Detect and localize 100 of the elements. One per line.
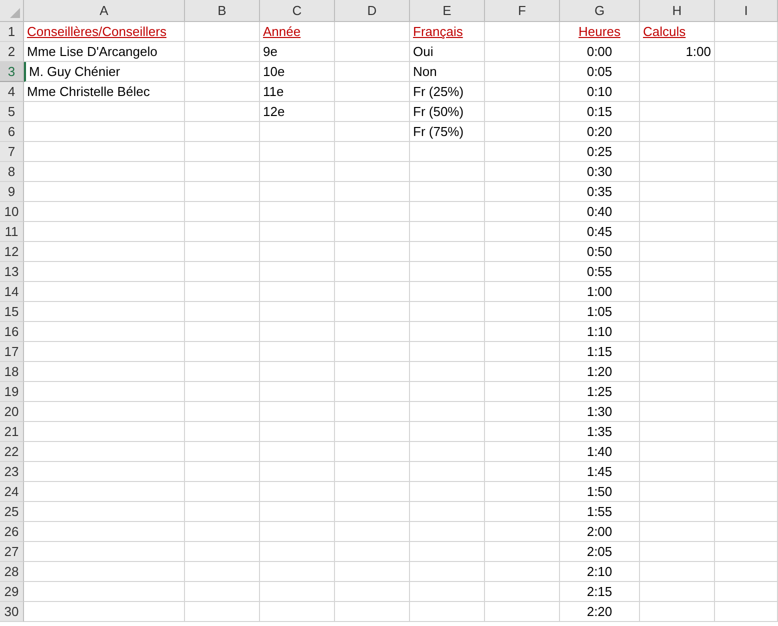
- empty-cell[interactable]: [640, 342, 715, 362]
- empty-cell[interactable]: [485, 22, 560, 42]
- empty-cell[interactable]: [410, 442, 485, 462]
- empty-cell[interactable]: [185, 82, 260, 102]
- empty-cell[interactable]: [185, 482, 260, 502]
- empty-cell[interactable]: [715, 82, 778, 102]
- empty-cell[interactable]: [335, 282, 410, 302]
- empty-cell[interactable]: [410, 142, 485, 162]
- empty-cell[interactable]: [335, 422, 410, 442]
- row-header[interactable]: 21: [0, 422, 24, 442]
- empty-cell[interactable]: [185, 462, 260, 482]
- row-header[interactable]: 9: [0, 182, 24, 202]
- empty-cell[interactable]: [410, 202, 485, 222]
- empty-cell[interactable]: [410, 562, 485, 582]
- empty-cell[interactable]: [640, 522, 715, 542]
- empty-cell[interactable]: [485, 182, 560, 202]
- empty-cell[interactable]: [485, 282, 560, 302]
- empty-cell[interactable]: [335, 402, 410, 422]
- empty-cell[interactable]: [410, 382, 485, 402]
- empty-cell[interactable]: [260, 342, 335, 362]
- empty-cell[interactable]: [260, 582, 335, 602]
- empty-cell[interactable]: [335, 122, 410, 142]
- empty-cell[interactable]: [335, 262, 410, 282]
- empty-cell[interactable]: [715, 142, 778, 162]
- select-all-button[interactable]: [0, 0, 24, 22]
- empty-cell[interactable]: [260, 202, 335, 222]
- empty-cell[interactable]: [260, 502, 335, 522]
- row-header[interactable]: 18: [0, 362, 24, 382]
- empty-cell[interactable]: [715, 262, 778, 282]
- empty-cell[interactable]: [260, 542, 335, 562]
- empty-cell[interactable]: [485, 402, 560, 422]
- empty-cell[interactable]: [715, 302, 778, 322]
- empty-cell[interactable]: [640, 162, 715, 182]
- row-header[interactable]: 8: [0, 162, 24, 182]
- empty-cell[interactable]: [185, 522, 260, 542]
- empty-cell[interactable]: [715, 542, 778, 562]
- empty-cell[interactable]: [335, 482, 410, 502]
- empty-cell[interactable]: [715, 442, 778, 462]
- empty-cell[interactable]: [185, 562, 260, 582]
- empty-cell[interactable]: [640, 102, 715, 122]
- empty-cell[interactable]: [185, 602, 260, 622]
- empty-cell[interactable]: [485, 302, 560, 322]
- row-header[interactable]: 14: [0, 282, 24, 302]
- empty-cell[interactable]: [485, 82, 560, 102]
- empty-cell[interactable]: [260, 402, 335, 422]
- empty-cell[interactable]: [335, 62, 410, 82]
- empty-cell[interactable]: [640, 262, 715, 282]
- empty-cell[interactable]: [335, 462, 410, 482]
- empty-cell[interactable]: [335, 242, 410, 262]
- column-header[interactable]: I: [715, 0, 778, 22]
- row-header[interactable]: 26: [0, 522, 24, 542]
- empty-cell[interactable]: [185, 262, 260, 282]
- empty-cell[interactable]: [185, 342, 260, 362]
- empty-cell[interactable]: [335, 102, 410, 122]
- empty-cell[interactable]: [715, 162, 778, 182]
- empty-cell[interactable]: [185, 322, 260, 342]
- empty-cell[interactable]: [260, 242, 335, 262]
- empty-cell[interactable]: [335, 82, 410, 102]
- empty-cell[interactable]: [410, 362, 485, 382]
- empty-cell[interactable]: [185, 402, 260, 422]
- empty-cell[interactable]: [410, 602, 485, 622]
- empty-cell[interactable]: [640, 422, 715, 442]
- empty-cell[interactable]: [640, 142, 715, 162]
- empty-cell[interactable]: [185, 242, 260, 262]
- empty-cell[interactable]: [715, 402, 778, 422]
- column-header[interactable]: H: [640, 0, 715, 22]
- empty-cell[interactable]: [485, 222, 560, 242]
- empty-cell[interactable]: [260, 422, 335, 442]
- empty-cell[interactable]: [485, 582, 560, 602]
- empty-cell[interactable]: [260, 182, 335, 202]
- empty-cell[interactable]: [185, 62, 260, 82]
- empty-cell[interactable]: [260, 162, 335, 182]
- empty-cell[interactable]: [410, 542, 485, 562]
- row-header[interactable]: 23: [0, 462, 24, 482]
- empty-cell[interactable]: [485, 322, 560, 342]
- empty-cell[interactable]: [260, 142, 335, 162]
- row-header[interactable]: 1: [0, 22, 24, 42]
- empty-cell[interactable]: [715, 422, 778, 442]
- empty-cell[interactable]: [260, 382, 335, 402]
- empty-cell[interactable]: [640, 82, 715, 102]
- empty-cell[interactable]: [485, 62, 560, 82]
- empty-cell[interactable]: [335, 382, 410, 402]
- empty-cell[interactable]: [410, 502, 485, 522]
- empty-cell[interactable]: [715, 342, 778, 362]
- empty-cell[interactable]: [715, 222, 778, 242]
- empty-cell[interactable]: [640, 302, 715, 322]
- empty-cell[interactable]: [335, 442, 410, 462]
- empty-cell[interactable]: [410, 522, 485, 542]
- row-header[interactable]: 4: [0, 82, 24, 102]
- empty-cell[interactable]: [485, 502, 560, 522]
- empty-cell[interactable]: [715, 182, 778, 202]
- empty-cell[interactable]: [640, 62, 715, 82]
- column-header[interactable]: G: [560, 0, 640, 22]
- empty-cell[interactable]: [260, 362, 335, 382]
- column-header[interactable]: A: [24, 0, 185, 22]
- empty-cell[interactable]: [260, 602, 335, 622]
- column-header[interactable]: F: [485, 0, 560, 22]
- empty-cell[interactable]: [410, 342, 485, 362]
- empty-cell[interactable]: [185, 22, 260, 42]
- empty-cell[interactable]: [485, 542, 560, 562]
